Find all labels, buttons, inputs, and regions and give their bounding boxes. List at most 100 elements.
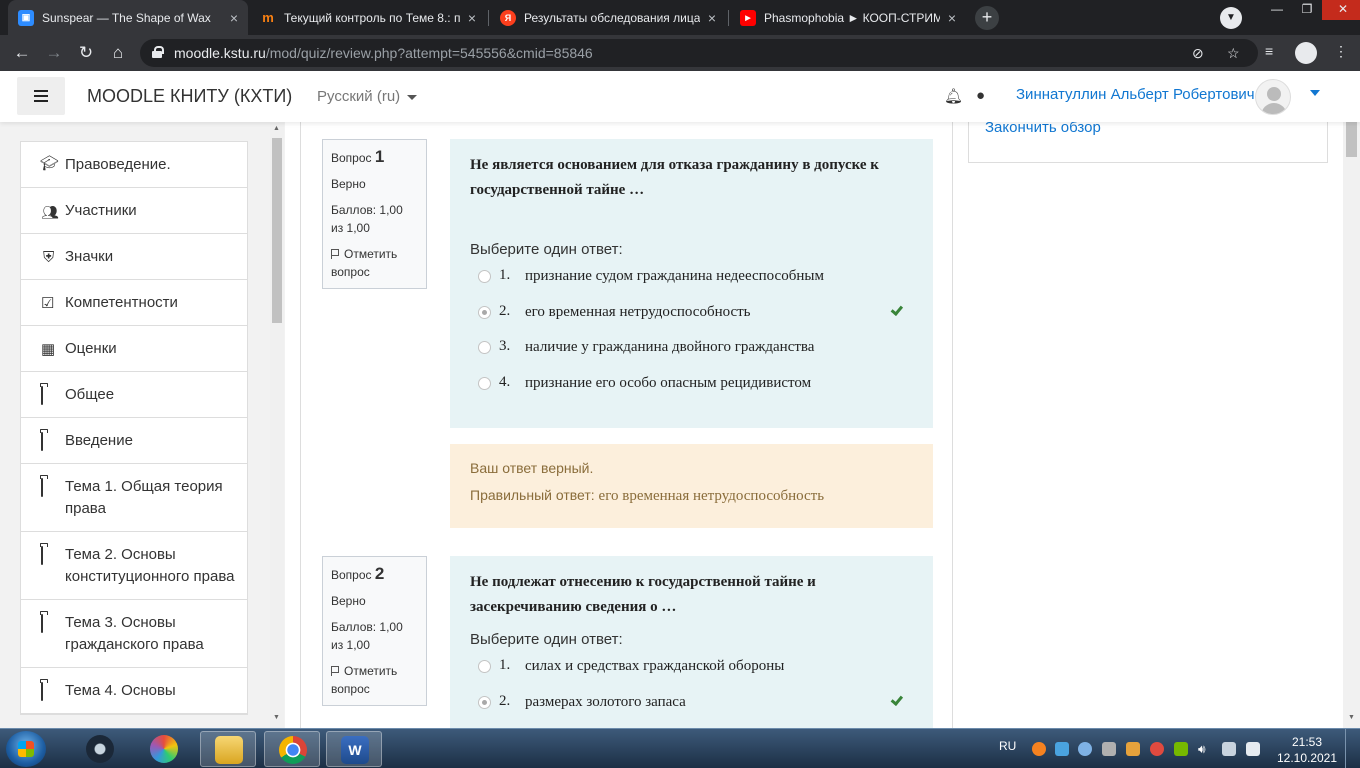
scroll-down-arrow-icon[interactable]: ▼ (273, 714, 280, 721)
drawer-scroll-thumb[interactable] (272, 138, 282, 323)
profile-avatar-icon[interactable] (1295, 42, 1317, 64)
chat-tray-icon[interactable] (1078, 742, 1092, 756)
radio-button[interactable] (478, 376, 491, 390)
scroll-up-arrow-icon[interactable]: ▲ (273, 125, 280, 132)
correct-check-icon (888, 304, 902, 314)
feedback-text: Ваш ответ верный. (470, 460, 594, 476)
answer-option[interactable]: 2. его временная нетрудоспособность (470, 302, 913, 338)
drawer-scrollbar[interactable]: ▲ ▼ (270, 122, 284, 728)
taskbar-chrome[interactable] (264, 731, 320, 767)
page-scrollbar[interactable]: ▼ (1343, 122, 1360, 728)
avast-icon[interactable] (1032, 742, 1046, 756)
drawer-item-course[interactable]: 🎓︎ Правоведение. (21, 142, 247, 188)
taskbar-explorer[interactable] (200, 731, 256, 767)
browser-tab-4[interactable]: ▶ Phasmophobia ► КООП-СТРИМ × (730, 0, 966, 35)
browser-tab-3[interactable]: Я Результаты обследования лица, × (490, 0, 726, 35)
answer-prompt: Выберите один ответ: (470, 631, 623, 648)
flag-tray-icon[interactable] (1246, 742, 1260, 756)
volume-icon[interactable]: 🔊︎ (1198, 742, 1212, 756)
taskbar-word[interactable]: W (326, 731, 382, 767)
lock-icon[interactable] (152, 46, 164, 58)
url-text[interactable]: moodle.kstu.ru/mod/quiz/review.php?attem… (174, 45, 593, 61)
new-tab-button[interactable]: + (975, 6, 999, 30)
shield-icon: ⛨ (43, 249, 55, 266)
drawer-item-topic-2[interactable]: Тема 2. Основы конституционного права (21, 532, 247, 600)
tab-close-icon[interactable]: × (468, 10, 476, 26)
drawer-item-grades[interactable]: ▦ Оценки (21, 326, 247, 372)
forward-icon[interactable]: → (44, 43, 64, 63)
tab-search-icon[interactable]: ▼ (1220, 7, 1242, 29)
address-bar[interactable]: moodle.kstu.ru/mod/quiz/review.php?attem… (140, 39, 1258, 67)
reload-icon[interactable]: ↻ (76, 43, 96, 63)
back-icon[interactable]: ← (12, 43, 32, 63)
minimize-icon[interactable]: — (1262, 0, 1292, 20)
drawer-item-intro[interactable]: Введение (21, 418, 247, 464)
radio-button[interactable] (478, 341, 491, 354)
input-language[interactable]: RU (999, 739, 1016, 753)
hamburger-icon-bar (34, 95, 48, 97)
bell-icon[interactable]: 🔔︎ (944, 87, 963, 105)
nvidia-icon[interactable] (1174, 742, 1188, 756)
radio-button[interactable] (478, 660, 491, 673)
page-scroll-thumb[interactable] (1346, 122, 1357, 157)
window-controls: — ❐ ✕ (1262, 0, 1360, 20)
close-window-icon[interactable]: ✕ (1322, 0, 1360, 20)
url-path: /mod/quiz/review.php?attempt=545556&cmid… (265, 45, 593, 61)
start-button[interactable] (6, 731, 46, 767)
language-menu[interactable]: Русский (ru) (317, 88, 417, 105)
tab-close-icon[interactable]: × (948, 10, 956, 26)
answer-option[interactable]: 1. силах и средствах гражданской обороны (470, 656, 913, 692)
drawer-toggle-button[interactable] (17, 77, 65, 115)
show-desktop-button[interactable] (1345, 729, 1360, 768)
tab-title: Sunspear — The Shape of Wax (42, 10, 211, 25)
drawer-item-topic-1[interactable]: Тема 1. Общая теория права (21, 464, 247, 532)
drawer-item-label: Оценки (65, 340, 117, 357)
radio-button[interactable] (478, 305, 491, 319)
question-info-1: Вопрос 1 Верно Баллов: 1,00 из 1,00 Отме… (322, 139, 427, 289)
drawer-item-competencies[interactable]: ☑ Компетентности (21, 280, 247, 326)
drawer-item-label: Компетентности (65, 294, 178, 311)
bookmark-star-icon[interactable]: ☆ (1227, 45, 1240, 62)
radio-button[interactable] (478, 270, 491, 283)
browser-tab-1[interactable]: ▣ Sunspear — The Shape of Wax × (8, 0, 248, 35)
archive-icon[interactable] (1126, 742, 1140, 756)
reading-list-icon[interactable]: ≡ (1265, 43, 1273, 59)
avatar[interactable] (1255, 79, 1291, 115)
home-icon[interactable]: ⌂ (108, 43, 128, 63)
flag-question-link[interactable]: Отметить вопрос (331, 245, 418, 281)
chrome-icon (279, 736, 307, 764)
folder-icon (41, 431, 59, 451)
answer-option[interactable]: 4. признание его особо опасным рецидивис… (470, 373, 913, 409)
answer-option[interactable]: 1. признание судом гражданина недееспосо… (470, 266, 913, 302)
user-menu-name[interactable]: Зиннатуллин Альберт Робертович (1016, 86, 1255, 103)
drawer-item-general[interactable]: Общее (21, 372, 247, 418)
drawer-item-topic-3[interactable]: Тема 3. Основы гражданского права (21, 600, 247, 668)
tool-icon[interactable] (1102, 742, 1116, 756)
drawer-item-badges[interactable]: ⛨ Значки (21, 234, 247, 280)
drawer-item-topic-4[interactable]: Тема 4. Основы (21, 668, 247, 714)
message-icon[interactable]: ● (976, 87, 985, 104)
drawer-item-participants[interactable]: 👥︎ Участники (21, 188, 247, 234)
folder-icon (41, 681, 59, 701)
taskbar-steam[interactable] (72, 731, 128, 767)
taskbar-paint[interactable] (136, 731, 192, 767)
answer-option[interactable]: 2. размерах золотого запаса (470, 692, 913, 728)
menu-kebab-icon[interactable]: ⋮ (1334, 43, 1348, 60)
taskbar-clock[interactable]: 21:53 12.10.2021 (1276, 734, 1338, 766)
flag-question-link[interactable]: Отметить вопрос (331, 662, 418, 698)
browser-tab-2[interactable]: m Текущий контроль по Теме 8.: п × (250, 0, 486, 35)
site-brand[interactable]: MOODLE КНИТУ (КХТИ) (87, 86, 292, 107)
scroll-down-arrow-icon[interactable]: ▼ (1348, 714, 1355, 721)
tab-close-icon[interactable]: × (230, 10, 238, 26)
cloud-icon[interactable] (1055, 742, 1069, 756)
eye-off-icon[interactable]: ⊘ (1192, 45, 1204, 62)
tab-close-icon[interactable]: × (708, 10, 716, 26)
clock-date: 12.10.2021 (1276, 751, 1338, 765)
app-tray-icon[interactable] (1150, 742, 1164, 756)
hamburger-icon-bar (34, 90, 48, 92)
answer-option[interactable]: 3. наличие у гражданина двойного граждан… (470, 337, 913, 373)
restore-icon[interactable]: ❐ (1292, 0, 1322, 20)
radio-button[interactable] (478, 695, 491, 709)
network-icon[interactable] (1222, 742, 1236, 756)
chevron-down-icon[interactable] (1310, 90, 1320, 96)
